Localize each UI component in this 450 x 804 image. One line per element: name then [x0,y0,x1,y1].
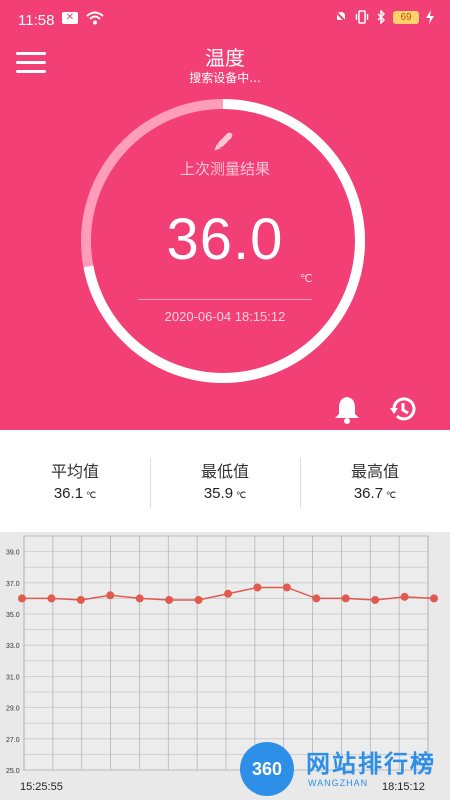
status-left-icons: ✕ [62,11,104,25]
x-label-start: 15:25:55 [20,781,63,793]
watermark: 360 网站排行榜 WANGZHAN [238,740,448,798]
thermometer-pen-icon [214,132,233,151]
mute-icon [334,10,348,24]
history-icon[interactable] [388,394,418,424]
data-point [135,594,144,603]
alarm-bell-icon[interactable] [333,394,361,424]
stat-label: 最高值 [350,462,399,481]
last-measurement-label: 上次测量结果 [179,160,270,178]
charging-icon [426,10,434,24]
stat-unit: ℃ [236,490,247,500]
stat-average: 平均值 36.1 ℃ [0,430,150,532]
page-title: 温度 [205,48,245,70]
stat-unit: ℃ [86,490,97,500]
y-tick-label: 25.0 [6,768,20,775]
data-point [224,589,232,598]
y-tick-label: 31.0 [6,674,20,681]
temperature-unit: ℃ [300,272,313,285]
data-point [400,592,409,601]
status-right-icons: 69 [334,10,434,24]
data-point [430,594,438,603]
battery-level: 69 [400,11,412,23]
data-point [18,594,26,603]
data-point [106,591,115,600]
wifi-icon [86,11,104,25]
stat-minimum: 最低值 35.9 ℃ [150,430,300,532]
watermark-name: 网站排行榜 [306,750,436,778]
status-time: 11:58 [18,12,55,29]
stat-value: 36.1 ℃ [0,485,150,502]
data-point [253,583,262,592]
y-tick-label: 39.0 [6,550,20,557]
data-point [165,595,174,604]
ring-divider [138,299,312,300]
data-point [47,594,56,603]
data-point [371,595,380,604]
temperature-value: 36.0 [166,207,284,272]
stat-number: 36.1 [53,485,84,502]
battery-icon: 69 [393,10,419,24]
stat-label: 最低值 [200,462,249,481]
vibrate-icon [355,10,369,24]
stat-unit: ℃ [386,490,397,500]
notification-icon: ✕ [62,12,78,24]
watermark-logo: 360 [240,742,294,796]
y-tick-label: 37.0 [6,581,20,588]
stat-number: 35.9 [203,485,234,502]
data-point [312,594,321,603]
bluetooth-icon [377,10,386,24]
stat-label: 平均值 [50,462,99,481]
y-tick-label: 33.0 [6,643,20,650]
y-tick-label: 35.0 [6,612,20,619]
y-tick-label: 27.0 [6,737,20,744]
data-point [341,594,350,603]
stat-value: 35.9 ℃ [150,485,300,502]
stat-value: 36.7 ℃ [300,485,450,502]
watermark-sub: WANGZHAN [308,778,369,788]
measurement-datetime: 2020-06-04 18:15:12 [164,309,286,324]
y-tick-label: 29.0 [6,706,20,713]
data-point [76,595,85,604]
stat-number: 36.7 [353,485,384,502]
stats-row: 平均值 36.1 ℃ 最低值 35.9 ℃ 最高值 36.7 ℃ [0,430,450,532]
header-panel: 11:58 ✕ 69 温度 搜索设备中... 上次测量结果 36.0 ℃ 202… [0,0,450,430]
stat-maximum: 最高值 36.7 ℃ [300,430,450,532]
device-search-status: 搜索设备中... [189,71,261,85]
data-point [194,595,203,604]
data-point [282,583,291,592]
status-bar: 11:58 ✕ 69 [0,0,450,40]
